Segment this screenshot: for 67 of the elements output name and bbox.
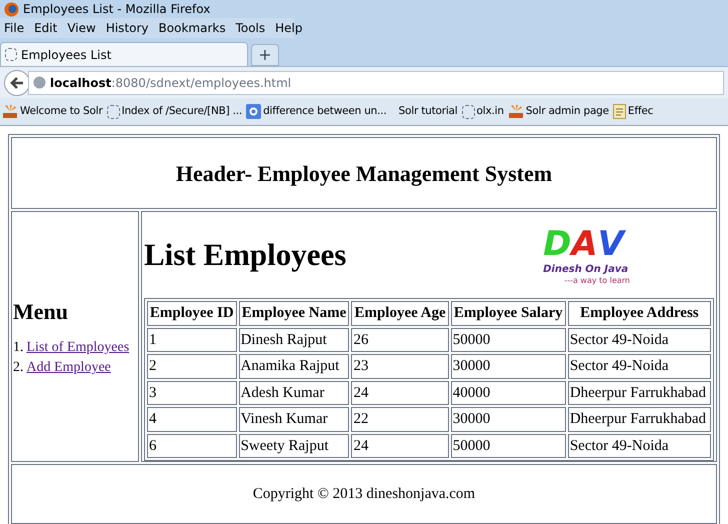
table-cell: 24 (351, 434, 449, 458)
table-cell: 2 (147, 354, 237, 378)
table-cell: 22 (351, 407, 449, 432)
menu-item[interactable]: Help (275, 19, 302, 37)
menu-item[interactable]: File (4, 19, 24, 37)
menu-item[interactable]: Tools (236, 19, 266, 37)
new-tab-button[interactable]: + (251, 44, 279, 66)
menu-heading: Menu (13, 298, 69, 326)
table-cell: 40000 (450, 380, 566, 405)
table-cell: 23 (351, 354, 449, 378)
column-header: Employee Address (568, 301, 711, 326)
column-header: Employee ID (147, 301, 237, 326)
table-cell: 24 (351, 380, 449, 405)
table-cell: 6 (147, 434, 237, 458)
table-cell: Sector 49-Noida (568, 328, 711, 352)
menu-item[interactable]: Edit (34, 19, 58, 37)
table-cell: 30000 (450, 354, 566, 378)
list-number: 2. (13, 359, 24, 377)
site-logo: DAV Dinesh On Java ---a way to learn (543, 224, 630, 286)
menu-item[interactable]: View (67, 19, 96, 37)
bookmark-link[interactable]: difference between un... (263, 104, 387, 120)
copyright-text: Copyright © 2013 dineshonjava.com (252, 484, 476, 504)
table-cell: Sector 49-Noida (568, 354, 711, 378)
menu-item[interactable]: History (106, 19, 149, 37)
square-logo-icon (246, 104, 262, 119)
list-number: 1. (13, 339, 24, 357)
column-header: Employee Age (351, 301, 449, 326)
table-cell: 50000 (450, 434, 566, 458)
document-icon (612, 104, 626, 119)
table-cell: 50000 (450, 328, 566, 352)
blank-page-icon (106, 104, 120, 118)
table-cell: Dheerpur Farrukhabad (568, 380, 711, 405)
table-cell: 4 (147, 407, 237, 432)
bookmark-link[interactable]: Solr tutorial (398, 104, 458, 120)
table-cell: 26 (351, 328, 449, 352)
back-button[interactable] (4, 70, 30, 96)
table-cell: Adesh Kumar (238, 380, 350, 405)
sun-logo-icon (508, 104, 524, 118)
menu-item[interactable]: Bookmarks (158, 19, 226, 37)
bookmark-link[interactable]: Solr admin page (526, 104, 609, 120)
table-cell: Vinesh Kumar (238, 407, 350, 432)
blank-page-icon (5, 48, 17, 61)
menu-link[interactable]: List of Employees (26, 338, 130, 358)
column-header: Employee Name (238, 301, 350, 326)
menu-link[interactable]: Add Employee (26, 358, 111, 378)
address-field[interactable]: localhost:8080/sdnext/employees.html (28, 70, 724, 94)
bookmark-link[interactable]: Index of /Secure/[NB] ... (122, 104, 242, 120)
content-heading: List Employees (144, 236, 346, 274)
table-cell: Sector 49-Noida (568, 434, 711, 458)
column-header: Employee Salary (450, 301, 566, 326)
window-title: Employees List - Mozilla Firefox (23, 1, 210, 18)
page-header: Header- Employee Management System (176, 160, 552, 188)
bookmark-link[interactable]: Effec (628, 104, 654, 120)
table-cell: Dheerpur Farrukhabad (568, 407, 711, 432)
sun-logo-icon (2, 104, 18, 118)
back-arrow-icon (10, 76, 24, 88)
bookmark-link[interactable]: olx.in (476, 104, 504, 120)
bookmark-link[interactable]: Welcome to Solr (20, 104, 103, 120)
table-cell: Sweety Rajput (238, 434, 350, 458)
browser-tab[interactable]: Employees List (0, 42, 248, 66)
table-cell: 3 (147, 380, 237, 405)
table-cell: 1 (147, 328, 237, 352)
table-cell: Dinesh Rajput (238, 328, 350, 352)
table-cell: 30000 (450, 407, 566, 432)
browser-logo-icon (4, 2, 19, 16)
blank-page-icon (462, 104, 475, 118)
table-cell: Anamika Rajput (238, 354, 350, 378)
